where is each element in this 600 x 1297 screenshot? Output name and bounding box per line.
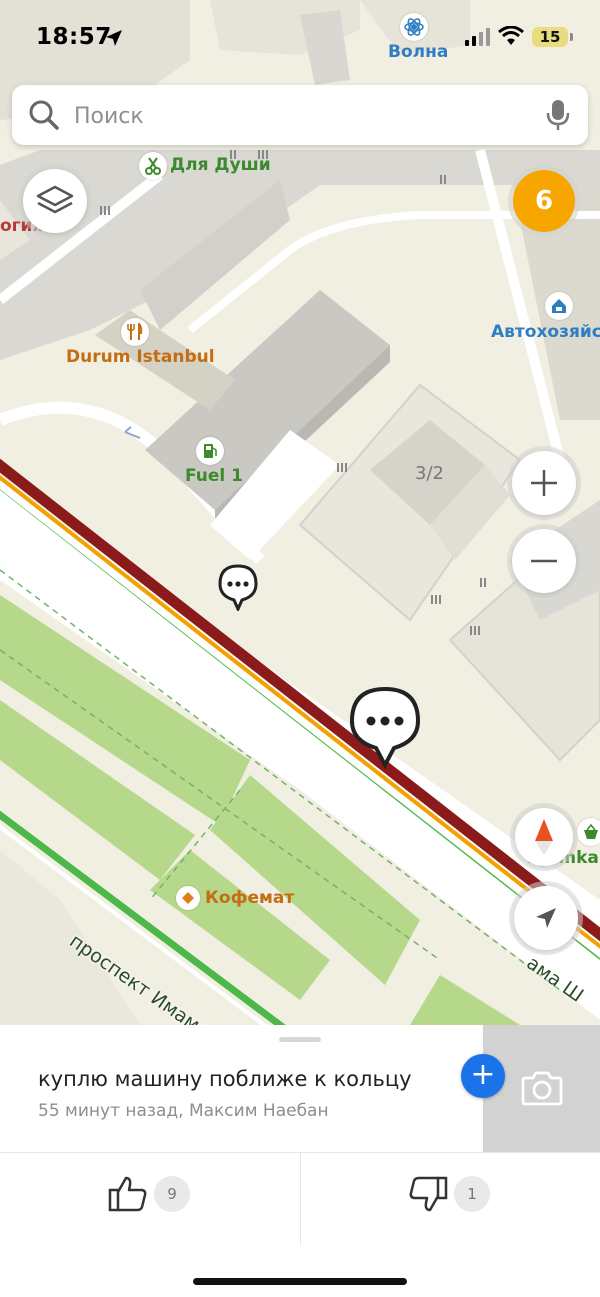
- building-number: 3/2: [415, 463, 444, 484]
- cellular-signal-icon: [465, 28, 490, 46]
- battery-indicator: 15: [532, 27, 568, 47]
- zoom-in-button[interactable]: [512, 451, 576, 515]
- dislike-count: 1: [454, 1176, 490, 1212]
- wifi-icon: [498, 26, 524, 45]
- thumbs-up-icon: [108, 1176, 147, 1212]
- chat-bubble-icon[interactable]: [216, 563, 260, 611]
- like-count: 9: [154, 1176, 190, 1212]
- dislike-button[interactable]: 1: [408, 1175, 490, 1213]
- poi-durum-istanbul-label[interactable]: Durum Istanbul: [66, 347, 215, 367]
- grocery-basket-icon[interactable]: [577, 818, 600, 846]
- poi-fuel-1-label[interactable]: Fuel 1: [185, 466, 243, 486]
- restaurant-icon[interactable]: [121, 318, 149, 346]
- microphone-icon[interactable]: [546, 99, 570, 131]
- compass-button[interactable]: [515, 808, 573, 866]
- thumbs-down-icon: [409, 1176, 448, 1212]
- post-meta: 55 минут назад, Максим Наебан: [38, 1101, 329, 1121]
- compass-icon: [535, 819, 553, 855]
- poi-volna-label[interactable]: Волна: [388, 42, 448, 62]
- location-services-icon: [106, 30, 122, 46]
- like-button[interactable]: 9: [108, 1175, 190, 1213]
- locate-arrow-icon: [536, 908, 556, 928]
- home-indicator[interactable]: [193, 1278, 407, 1285]
- map-view[interactable]: 18:57 15 Волна: [0, 0, 600, 1025]
- post-text: куплю машину поближе к кольцу: [38, 1067, 412, 1091]
- divider: [300, 1153, 301, 1245]
- battery-cap: [570, 33, 573, 41]
- search-input[interactable]: [72, 97, 516, 135]
- chat-bubble-icon[interactable]: [348, 685, 422, 769]
- radio-icon[interactable]: [400, 13, 428, 41]
- fuel-station-icon[interactable]: [196, 437, 224, 465]
- sheet-grabber[interactable]: [279, 1037, 321, 1042]
- map-canvas: [0, 0, 600, 1025]
- car-service-icon[interactable]: [545, 292, 573, 320]
- my-location-button[interactable]: [514, 886, 578, 950]
- search-bar[interactable]: [12, 85, 588, 145]
- search-icon: [29, 100, 59, 130]
- clock: 18:57: [36, 24, 112, 50]
- traffic-level-badge[interactable]: 6: [513, 170, 575, 232]
- minus-icon: [531, 559, 557, 563]
- add-button[interactable]: +: [461, 1054, 505, 1098]
- plus-icon: [531, 470, 557, 496]
- post-panel[interactable]: куплю машину поближе к кольцу 55 минут н…: [0, 1025, 600, 1297]
- layers-button[interactable]: [23, 169, 87, 233]
- camera-icon: [521, 1071, 563, 1106]
- layers-icon: [36, 185, 74, 214]
- scissors-icon[interactable]: [139, 152, 167, 180]
- poi-avtokhozyaystvo-label[interactable]: Автохозяйст: [491, 322, 600, 342]
- coffee-poi-icon[interactable]: [176, 886, 200, 910]
- poi-dlya-dushi-label[interactable]: Для Души: [170, 155, 271, 175]
- status-bar: 18:57 15: [0, 0, 600, 78]
- zoom-out-button[interactable]: [512, 529, 576, 593]
- poi-kofemat-label[interactable]: Кофемат: [205, 888, 294, 908]
